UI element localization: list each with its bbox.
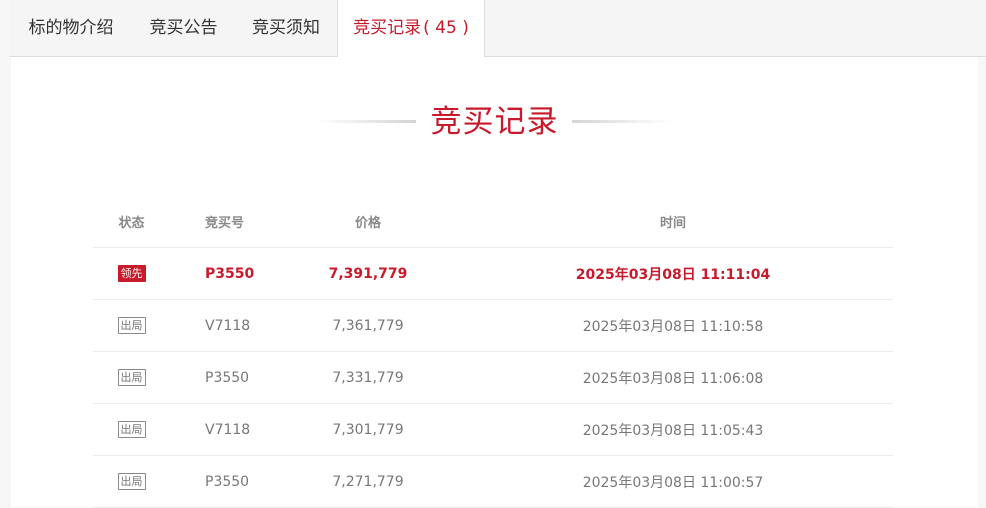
header-price: 价格 <box>283 195 453 248</box>
time-cell: 2025年03月08日 11:06:08 <box>453 351 893 404</box>
tab-auction-notice[interactable]: 竞买公告 <box>132 0 235 56</box>
bid-number-cell: P3550 <box>170 247 283 300</box>
price-cell: 7,391,779 <box>283 247 453 300</box>
bid-records-table: 状态 竞买号 价格 时间 领先 P3550 7,391,779 2025年03月… <box>93 195 893 508</box>
status-badge-leading: 领先 <box>117 265 146 282</box>
section-title: 竞买记录 <box>430 104 559 140</box>
tab-bar: 标的物介绍 竞买公告 竞买须知 竞买记录( 45 ) <box>10 0 986 57</box>
records-panel: 竞买记录 状态 竞买号 价格 时间 领先 P3550 7,391,779 202… <box>11 57 978 508</box>
status-badge-out: 出局 <box>117 421 146 438</box>
bid-number-cell: P3550 <box>170 351 283 404</box>
table-row: 出局 P3550 7,271,779 2025年03月08日 11:00:57 <box>93 455 893 508</box>
status-badge-out: 出局 <box>117 317 146 334</box>
time-cell: 2025年03月08日 11:10:58 <box>453 299 893 352</box>
price-cell: 7,331,779 <box>283 351 453 404</box>
price-cell: 7,271,779 <box>283 455 453 508</box>
tab-bid-records[interactable]: 竞买记录( 45 ) <box>337 0 485 57</box>
title-decoration-right <box>572 120 672 123</box>
table-row: 出局 V7118 7,361,779 2025年03月08日 11:10:58 <box>93 299 893 352</box>
bid-number-cell: V7118 <box>170 403 283 456</box>
status-cell: 出局 <box>93 299 170 352</box>
table-row: 领先 P3550 7,391,779 2025年03月08日 11:11:04 <box>93 247 893 300</box>
header-status: 状态 <box>93 195 170 248</box>
table-row: 出局 P3550 7,331,779 2025年03月08日 11:06:08 <box>93 351 893 404</box>
table-header-row: 状态 竞买号 价格 时间 <box>93 195 893 248</box>
header-time: 时间 <box>453 195 893 248</box>
bid-number-cell: V7118 <box>170 299 283 352</box>
tab-bid-records-label: 竞买记录 <box>353 18 422 38</box>
status-cell: 出局 <box>93 351 170 404</box>
price-cell: 7,301,779 <box>283 403 453 456</box>
tab-bid-records-count: ( 45 ) <box>423 18 469 38</box>
table-row: 出局 V7118 7,301,779 2025年03月08日 11:05:43 <box>93 403 893 456</box>
status-badge-out: 出局 <box>117 473 146 490</box>
header-bid-number: 竞买号 <box>170 195 283 248</box>
status-badge-out: 出局 <box>117 369 146 386</box>
bid-number-cell: P3550 <box>170 455 283 508</box>
time-cell: 2025年03月08日 11:00:57 <box>453 455 893 508</box>
tab-bidding-rules[interactable]: 竞买须知 <box>235 0 337 56</box>
status-cell: 出局 <box>93 455 170 508</box>
time-cell: 2025年03月08日 11:05:43 <box>453 403 893 456</box>
time-cell: 2025年03月08日 11:11:04 <box>453 247 893 300</box>
status-cell: 领先 <box>93 247 170 300</box>
price-cell: 7,361,779 <box>283 299 453 352</box>
tab-item-intro[interactable]: 标的物介绍 <box>10 0 132 56</box>
status-cell: 出局 <box>93 403 170 456</box>
